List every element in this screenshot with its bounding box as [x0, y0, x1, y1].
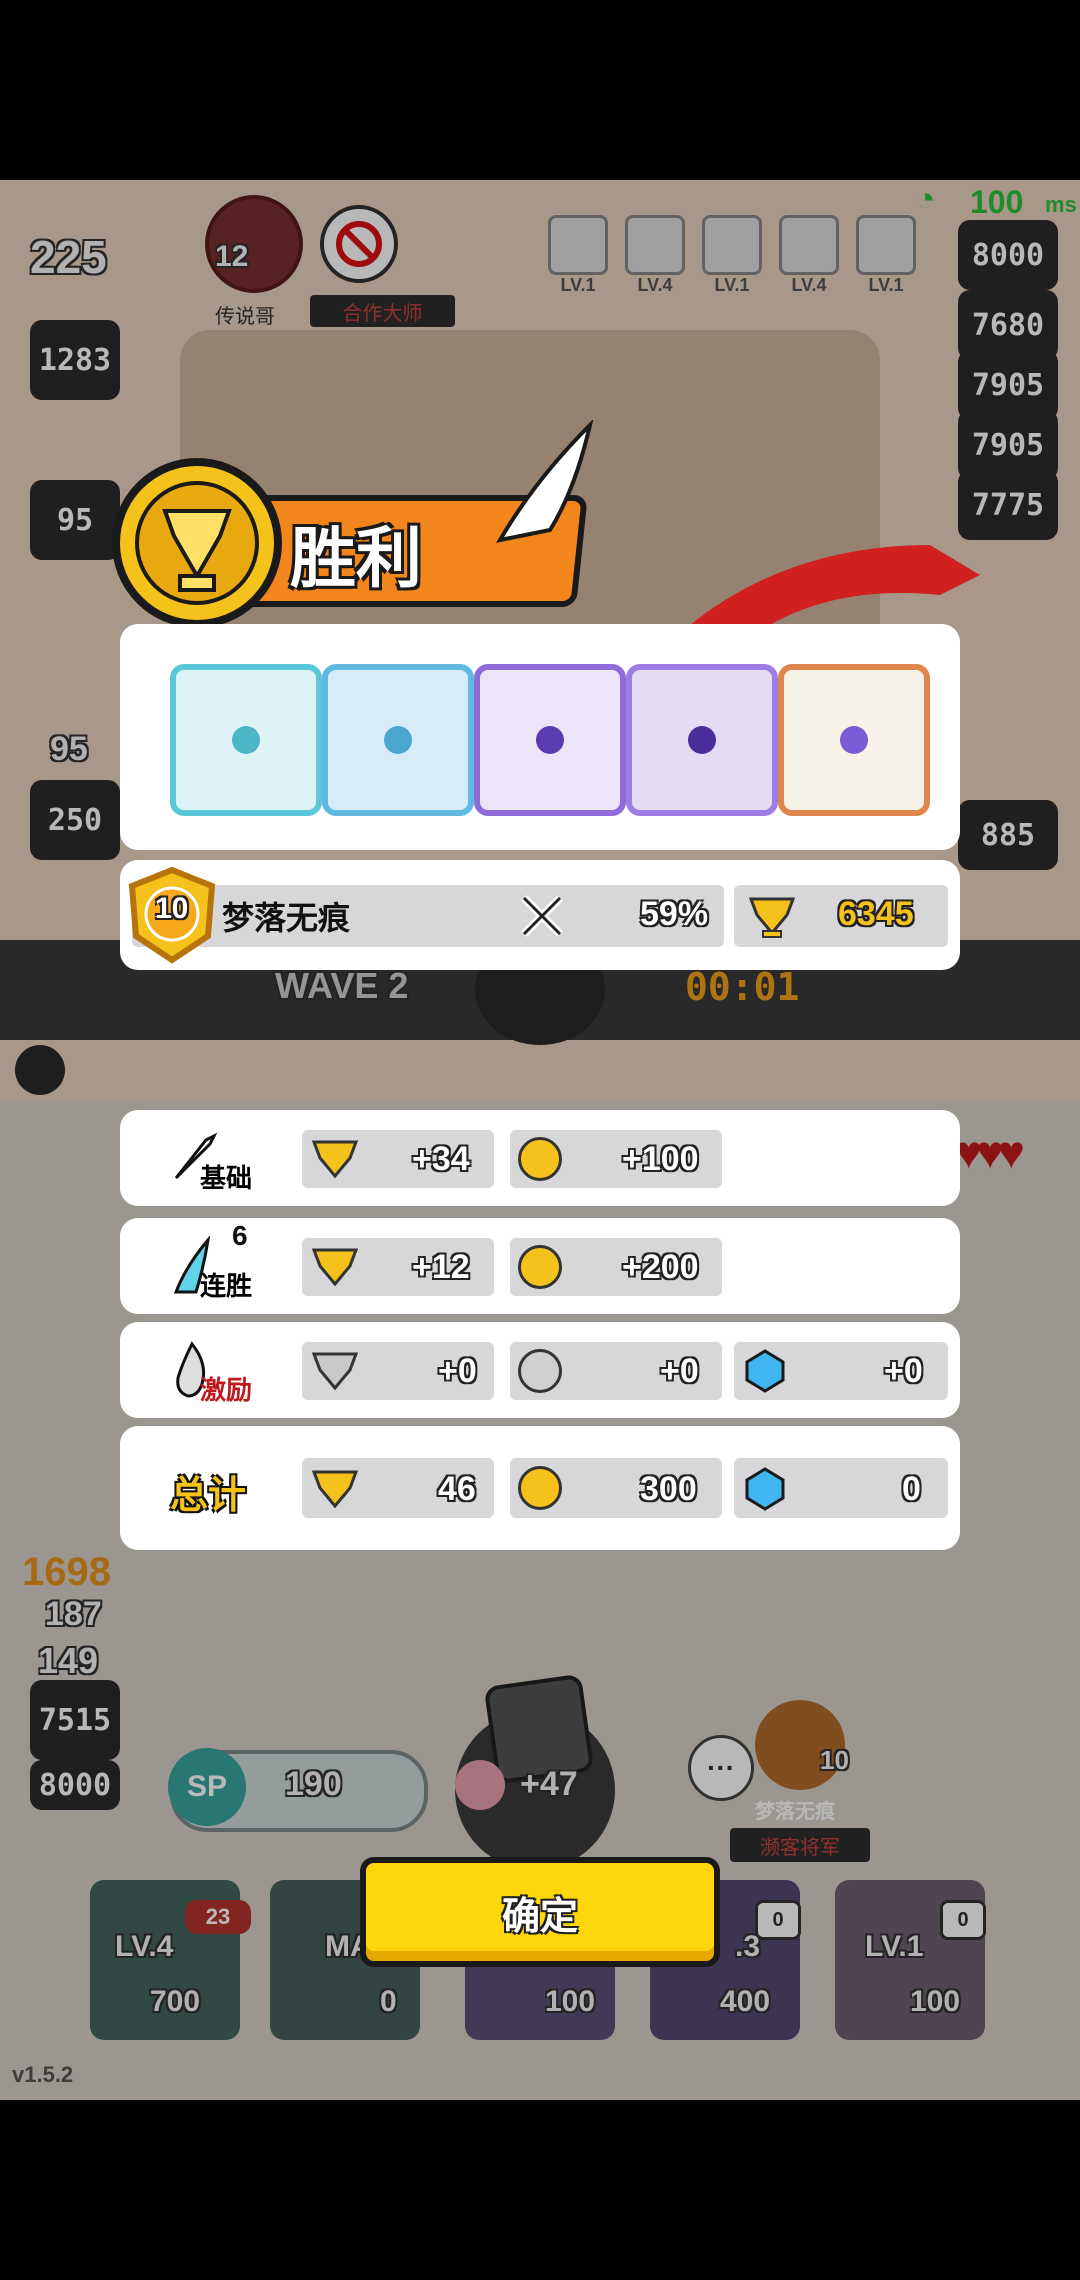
trophy-total: 46 [438, 1470, 476, 1508]
trophy-icon [745, 893, 799, 939]
dice-result-panel [120, 624, 960, 850]
dice-pip [688, 726, 716, 754]
coin-reward: +200 [622, 1248, 699, 1286]
win-rate: 59% [640, 895, 709, 933]
trophy-medal-icon [112, 458, 282, 628]
coin-icon [518, 1466, 562, 1510]
coin-reward: +100 [622, 1140, 699, 1178]
coin-grey-icon [518, 1349, 562, 1393]
coin-reward: +0 [660, 1352, 699, 1390]
wing-icon [495, 418, 595, 550]
trophy-icon [308, 1244, 362, 1290]
gem-icon [744, 1466, 786, 1512]
confirm-button[interactable]: 确定 [360, 1857, 720, 1967]
confirm-label: 确定 [501, 1895, 578, 1938]
dice-pip [840, 726, 868, 754]
reward-label: 连胜 [200, 1271, 253, 1301]
dice-pip [384, 726, 412, 754]
coin-icon [518, 1137, 562, 1181]
gem-icon [744, 1348, 786, 1394]
reward-row-base: 基础 +34 +100 [120, 1110, 960, 1206]
reward-label: 激励 [200, 1375, 253, 1405]
trophy-grey-icon [308, 1348, 362, 1394]
crossed-swords-icon [516, 890, 568, 942]
dice-pip [536, 726, 564, 754]
trophy-reward: +34 [412, 1140, 470, 1178]
trophy-count: 6345 [838, 895, 914, 933]
gem-total: 0 [902, 1470, 921, 1508]
reward-row-incentive: 激励 +0 +0 +0 [120, 1322, 960, 1418]
gem-reward: +0 [884, 1352, 923, 1390]
trophy-reward: +0 [438, 1352, 477, 1390]
trophy-icon [308, 1466, 362, 1512]
coin-total: 300 [640, 1470, 697, 1508]
coin-icon [518, 1245, 562, 1289]
dice-pip [232, 726, 260, 754]
player-stats-panel: 10 梦落无痕 59% 6345 [120, 860, 960, 970]
streak-count: 6 [232, 1220, 248, 1251]
trophy-icon [308, 1136, 362, 1182]
total-label: 总计 [170, 1475, 247, 1517]
player-name: 梦落无痕 [222, 900, 351, 936]
trophy-reward: +12 [412, 1248, 470, 1286]
red-ribbon [690, 535, 990, 625]
victory-title: 胜利 [290, 521, 422, 595]
reward-row-streak: 6 连胜 +12 +200 [120, 1218, 960, 1314]
player-level: 10 [155, 892, 189, 925]
reward-label: 基础 [200, 1163, 253, 1193]
reward-row-total: 总计 46 300 0 [120, 1426, 960, 1550]
